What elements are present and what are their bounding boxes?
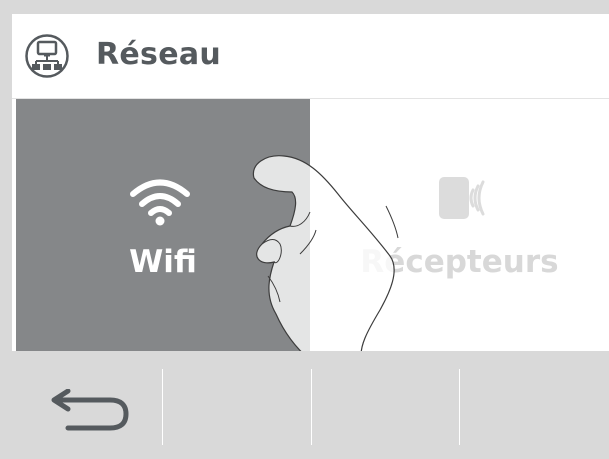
back-arrow-icon bbox=[51, 389, 129, 431]
bottom-slot-3 bbox=[311, 351, 459, 459]
receivers-tile[interactable]: Récepteurs bbox=[310, 99, 609, 351]
header: Réseau bbox=[12, 14, 609, 99]
wifi-tile[interactable]: Wifi bbox=[16, 99, 310, 351]
device-frame: Réseau Wifi Récepteurs bbox=[0, 0, 609, 459]
back-button[interactable] bbox=[12, 351, 162, 459]
bottom-slot-2 bbox=[162, 351, 311, 459]
receivers-icon bbox=[439, 177, 485, 219]
bottom-bar bbox=[12, 351, 609, 459]
network-icon bbox=[25, 34, 69, 78]
receivers-label: Récepteurs bbox=[360, 244, 559, 280]
page-title: Réseau bbox=[96, 37, 222, 72]
wifi-icon bbox=[130, 179, 190, 226]
screen: Réseau Wifi Récepteurs bbox=[12, 14, 609, 459]
wifi-label: Wifi bbox=[129, 244, 197, 280]
bottom-slot-4 bbox=[459, 351, 609, 459]
